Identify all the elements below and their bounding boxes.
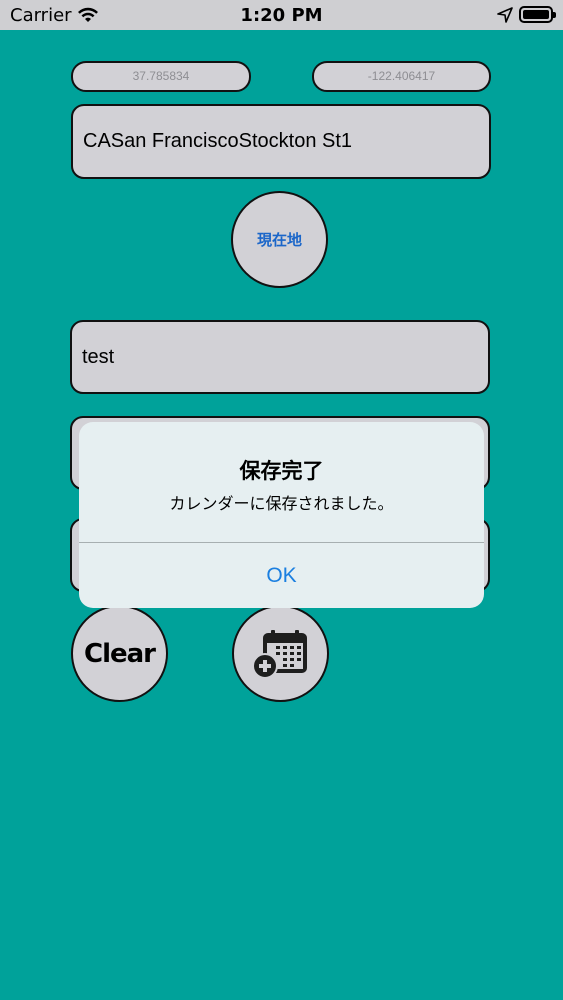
address-value: CASan FranciscoStockton St1 bbox=[83, 130, 353, 152]
add-to-calendar-button[interactable] bbox=[232, 605, 329, 702]
alert-title: 保存完了 bbox=[239, 459, 324, 483]
alert-ok-button[interactable]: OK bbox=[79, 543, 484, 608]
clear-button-label: Clear bbox=[84, 638, 156, 669]
title-input[interactable]: test bbox=[70, 320, 490, 394]
status-time: 1:20 PM bbox=[240, 5, 323, 26]
longitude-field[interactable]: -122.406417 bbox=[312, 61, 491, 92]
alert-message: カレンダーに保存されました。 bbox=[169, 494, 394, 513]
status-bar: Carrier 1:20 PM bbox=[0, 0, 563, 30]
latitude-value: 37.785834 bbox=[132, 69, 190, 83]
current-location-label: 現在地 bbox=[256, 231, 302, 249]
save-complete-alert: 保存完了 カレンダーに保存されました。 OK bbox=[79, 422, 484, 608]
clear-button[interactable]: Clear bbox=[71, 605, 168, 702]
longitude-value: -122.406417 bbox=[367, 69, 436, 83]
address-field[interactable]: CASan FranciscoStockton St1 bbox=[71, 104, 491, 179]
title-input-value: test bbox=[82, 345, 115, 368]
calendar-add-icon bbox=[251, 629, 307, 679]
location-arrow-icon bbox=[497, 7, 513, 23]
latitude-field[interactable]: 37.785834 bbox=[71, 61, 251, 92]
battery-icon bbox=[519, 6, 556, 23]
current-location-button[interactable]: 現在地 bbox=[231, 191, 328, 288]
